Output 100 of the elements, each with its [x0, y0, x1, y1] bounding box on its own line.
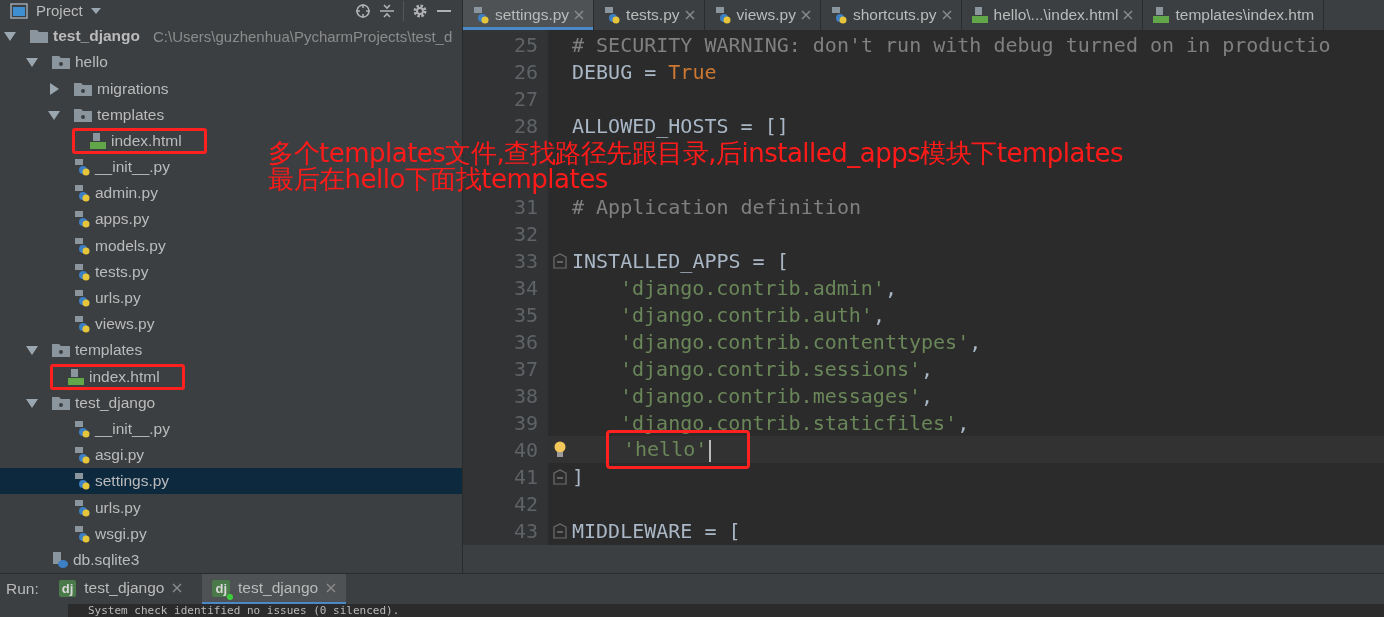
tree-item[interactable]: urls.py: [48, 284, 148, 313]
python-file-icon: [73, 524, 91, 543]
code-line: INSTALLED_APPS = [: [572, 248, 789, 273]
python-file-icon: [829, 6, 848, 24]
file-name: index.html: [111, 131, 182, 150]
django-icon: dj: [212, 579, 231, 597]
window-icon: [10, 2, 28, 19]
expand-arrow-icon[interactable]: [26, 56, 38, 69]
file-name: templates: [75, 341, 143, 360]
file-name: urls.py: [95, 289, 141, 308]
target-icon[interactable]: [355, 2, 371, 19]
html-file-icon: [970, 6, 989, 24]
tree-item[interactable]: __init__.py: [48, 153, 177, 182]
code-line: 'django.contrib.contenttypes',: [620, 329, 982, 354]
project-path: C:\Users\guzhenhua\PycharmProjects\test_d: [153, 27, 453, 45]
file-name: admin.py: [95, 184, 158, 203]
python-file-icon: [73, 472, 91, 491]
close-icon[interactable]: [326, 583, 337, 593]
close-icon[interactable]: [800, 10, 811, 20]
tree-item[interactable]: settings.py: [48, 467, 177, 496]
fold-icon[interactable]: [553, 522, 567, 539]
django-icon: dj: [58, 579, 77, 597]
file-name: test_django: [75, 393, 156, 412]
file-name: migrations: [97, 79, 169, 98]
tree-item[interactable]: admin.py: [48, 179, 165, 208]
file-name: __init__.py: [95, 158, 170, 177]
lightbulb-icon[interactable]: [553, 440, 567, 459]
tree-item[interactable]: index.html: [70, 127, 207, 154]
file-name: wsgi.py: [95, 524, 147, 543]
python-file-icon: [73, 498, 91, 517]
html-file-icon: [1152, 6, 1171, 24]
run-tab[interactable]: dj test_django: [48, 574, 193, 604]
expand-arrow-icon[interactable]: [48, 82, 60, 95]
python-file-icon: [73, 184, 91, 203]
file-name: tests.py: [95, 262, 149, 281]
collapse-icon[interactable]: [379, 2, 395, 19]
folder-icon: [51, 342, 71, 359]
python-file-icon: [713, 6, 732, 24]
code-line: MIDDLEWARE = [: [572, 518, 741, 543]
folder-icon: [73, 80, 93, 97]
file-name: urls.py: [95, 498, 141, 517]
code-line: 'django.contrib.auth',: [620, 302, 885, 327]
tree-item[interactable]: wsgi.py: [48, 519, 154, 548]
fold-icon[interactable]: [553, 252, 567, 269]
database-file-icon: [51, 550, 69, 569]
tree-item[interactable]: asgi.py: [48, 441, 152, 470]
python-file-icon: [472, 6, 490, 24]
tree-item[interactable]: index.html: [48, 363, 185, 390]
tree-item[interactable]: models.py: [48, 231, 173, 260]
expand-arrow-icon[interactable]: [4, 30, 16, 43]
run-label: Run:: [6, 580, 39, 598]
folder-icon: [73, 106, 93, 123]
html-file-icon: [67, 367, 85, 386]
dropdown-icon[interactable]: [90, 7, 101, 14]
editor-tab[interactable]: settings.py: [463, 0, 595, 30]
code-line: 'django.contrib.admin',: [620, 275, 897, 300]
close-icon[interactable]: [574, 10, 585, 20]
python-file-icon: [73, 419, 91, 438]
expand-arrow-icon[interactable]: [26, 396, 38, 409]
folder-icon: [51, 394, 71, 411]
html-file-icon: [89, 131, 107, 150]
run-tab[interactable]: dj test_django: [202, 574, 347, 604]
tree-item[interactable]: db.sqlite3: [26, 545, 147, 573]
file-name: settings.py: [95, 472, 170, 491]
file-name: hello: [75, 53, 108, 72]
tree-item[interactable]: tests.py: [48, 257, 156, 286]
python-file-icon: [73, 315, 91, 334]
close-icon[interactable]: [684, 10, 695, 20]
code-line: 'django.contrib.messages',: [620, 383, 934, 408]
expand-arrow-icon[interactable]: [26, 344, 38, 357]
tree-item[interactable]: templates: [48, 100, 172, 129]
folder-icon: [51, 54, 71, 71]
tree-item[interactable]: urls.py: [48, 493, 148, 522]
code-line: # Application definition: [572, 194, 861, 219]
python-file-icon: [73, 236, 91, 255]
python-file-icon: [73, 289, 91, 308]
fold-icon[interactable]: [553, 468, 567, 485]
tree-item[interactable]: apps.py: [48, 205, 157, 234]
file-name: db.sqlite3: [73, 550, 140, 569]
tree-item[interactable]: hello: [26, 48, 115, 77]
file-name: __init__.py: [95, 419, 170, 438]
panel-title[interactable]: Project: [36, 2, 83, 20]
tree-item[interactable]: __init__.py: [48, 414, 177, 443]
tree-item[interactable]: migrations: [48, 74, 176, 103]
tree-item[interactable]: templates: [26, 336, 150, 365]
console-output: System check identified no issues (0 silenced).: [88, 604, 400, 617]
settings-icon[interactable]: [412, 2, 428, 19]
code-line: DEBUG = True: [572, 59, 717, 84]
tree-item[interactable]: test_django: [26, 388, 163, 417]
tree-item[interactable]: views.py: [48, 310, 162, 339]
file-name: test_django: [53, 27, 140, 46]
python-file-icon: [73, 158, 91, 177]
code-line: # SECURITY WARNING: don't run with debug turned on in productio: [572, 32, 1331, 57]
expand-arrow-icon[interactable]: [48, 108, 60, 121]
close-icon[interactable]: [1123, 10, 1134, 20]
tree-item[interactable]: test_django C:\Users\guzhenhua\PycharmProjects\test_d: [4, 22, 453, 51]
file-name: templates: [97, 105, 165, 124]
close-icon[interactable]: [172, 583, 183, 593]
folder-icon: [29, 28, 49, 45]
close-icon[interactable]: [941, 10, 952, 20]
